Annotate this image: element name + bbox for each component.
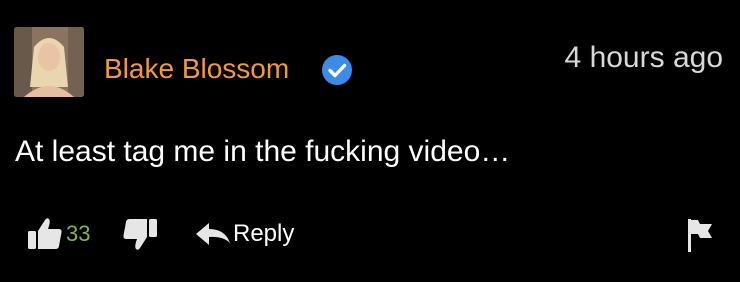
comment-card: Blake Blossom 4 hours ago At least tag m… — [0, 0, 740, 282]
verified-badge-icon — [322, 55, 352, 85]
comment-actions: 33 Reply — [0, 212, 740, 256]
reply-label: Reply — [233, 220, 295, 247]
username[interactable]: Blake Blossom — [104, 53, 289, 85]
like-count: 33 — [66, 221, 91, 246]
reply-button[interactable]: Reply — [195, 218, 294, 250]
thumbs-down-icon[interactable] — [122, 218, 158, 252]
flag-icon[interactable] — [686, 217, 714, 253]
timestamp: 4 hours ago — [564, 41, 723, 74]
comment-text: At least tag me in the fucking video… — [15, 135, 511, 168]
reply-arrow-icon — [196, 223, 230, 245]
thumbs-up-icon[interactable] — [27, 216, 63, 250]
avatar[interactable] — [14, 27, 84, 97]
